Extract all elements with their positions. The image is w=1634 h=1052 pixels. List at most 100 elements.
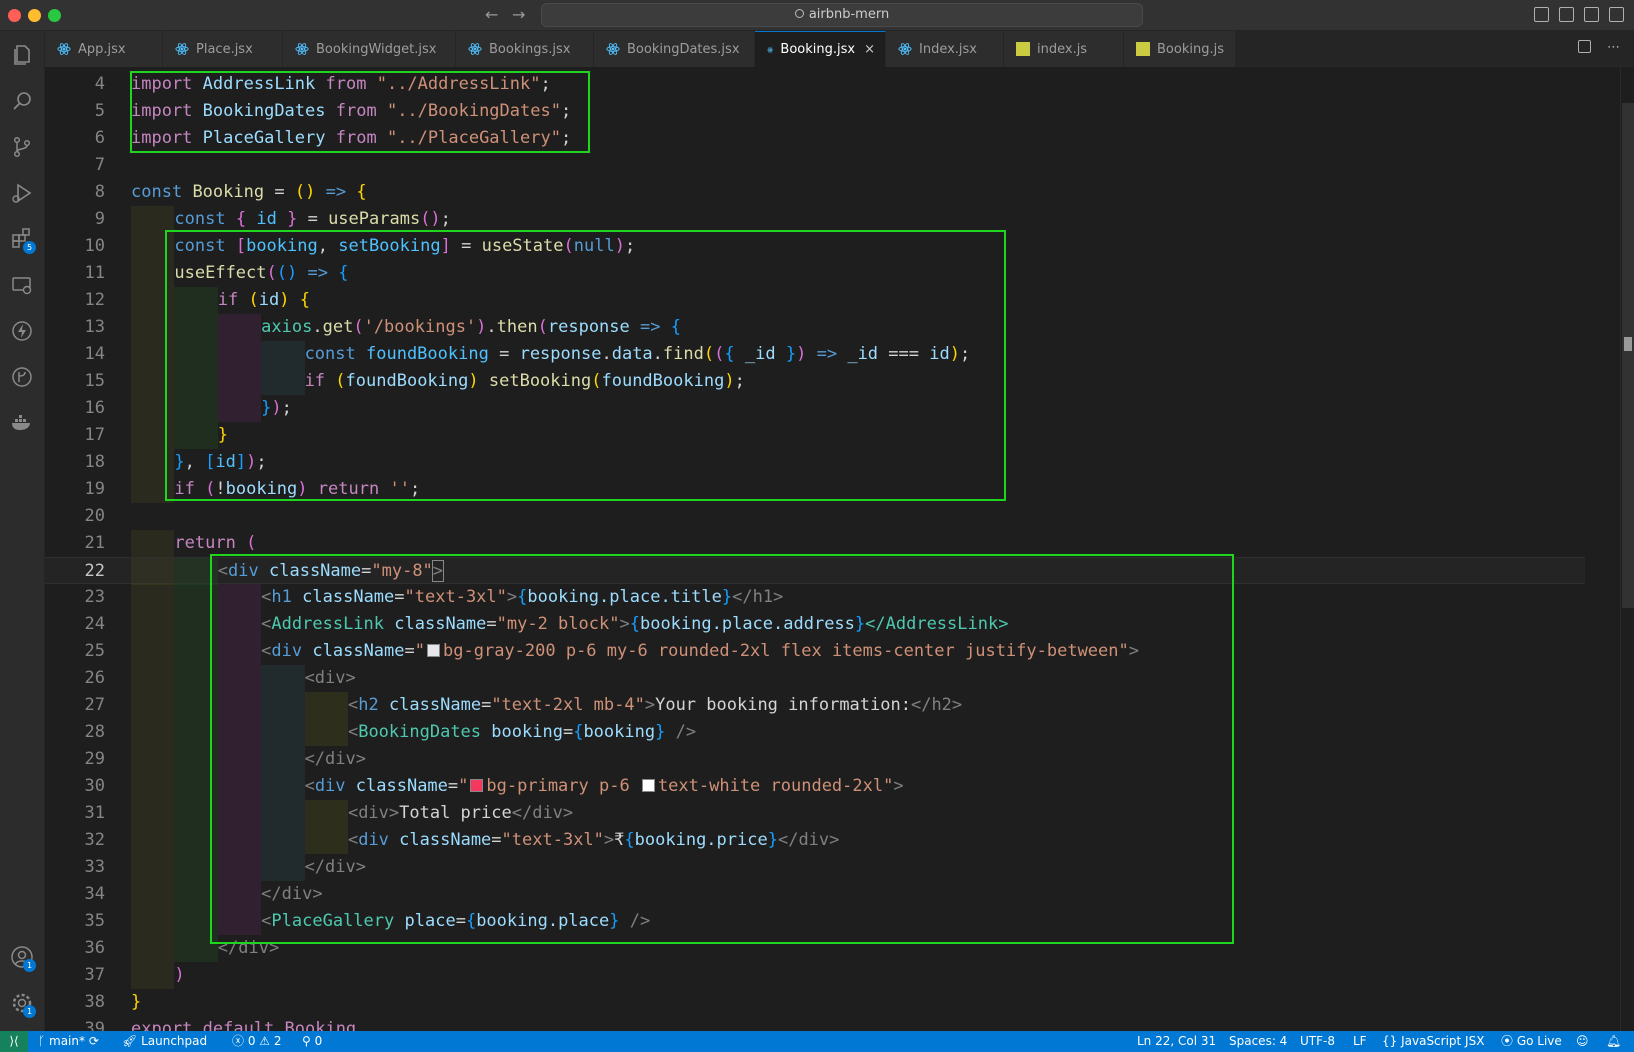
search-icon[interactable] <box>10 89 34 113</box>
line-number: 7 <box>94 155 105 175</box>
extensions-badge: 5 <box>23 241 36 254</box>
copilot-icon[interactable]: ☺ <box>1576 1031 1589 1052</box>
line-number: 23 <box>84 587 105 607</box>
encoding-indicator[interactable]: UTF-8 <box>1300 1031 1335 1052</box>
code-line: 35 <PlaceGallery place={booking.place} /> <box>45 908 1585 935</box>
remote-indicator-icon[interactable]: ⟩⟨ <box>0 1031 28 1052</box>
line-number: 29 <box>84 749 105 769</box>
warning-icon: ⚠ <box>259 1034 274 1048</box>
notifications-bell-icon[interactable]: 🔔︎ <box>1606 1031 1621 1052</box>
color-swatch-white[interactable] <box>641 779 655 792</box>
command-center-search[interactable]: airbnb-mern <box>541 3 1143 27</box>
more-actions-icon[interactable]: ⋯ <box>1607 40 1620 55</box>
editor-tabs: App.jsx Place.jsx BookingWidget.jsx Book… <box>45 31 1634 67</box>
code-line: 5 import BookingDates from "../BookingDat… <box>45 98 1585 125</box>
line-number: 17 <box>84 425 105 445</box>
broadcast-icon: ⦿ <box>1501 1034 1517 1048</box>
go-live-button[interactable]: ⦿ Go Live <box>1501 1031 1562 1052</box>
code-line: 25 <div className=" bg-gray-200 p-6 my-6 r… <box>45 638 1585 665</box>
branch-indicator[interactable]: ᚴ main* ⟳ <box>38 1031 99 1052</box>
line-number: 28 <box>84 722 105 742</box>
tab-bookingdates-jsx[interactable]: BookingDates.jsx <box>594 31 755 67</box>
code-line: 24 <AddressLink className="my-2 block">{b… <box>45 611 1585 638</box>
tab-actions: ⋯ <box>1578 40 1620 55</box>
close-tab-icon[interactable]: × <box>864 42 875 57</box>
layout-controls <box>1534 7 1624 22</box>
language-mode[interactable]: {} JavaScript JSX <box>1382 1031 1484 1052</box>
split-editor-icon[interactable] <box>1578 40 1591 53</box>
code-editor[interactable]: 4 import AddressLink from "../AddressLink… <box>45 67 1634 1031</box>
color-swatch-primary[interactable] <box>470 779 484 792</box>
ports-indicator[interactable]: ⚲ 0 <box>302 1031 322 1052</box>
code-line: 6 import PlaceGallery from "../PlaceGalle… <box>45 125 1585 152</box>
line-number: 12 <box>84 290 105 310</box>
remote-explorer-icon[interactable] <box>10 273 34 297</box>
code-line: 21 return ( <box>45 530 1585 557</box>
tab-label: Index.jsx <box>919 41 977 57</box>
docker-icon[interactable] <box>10 411 34 435</box>
scrollbar-thumb[interactable] <box>1622 103 1634 608</box>
tab-booking-js[interactable]: Booking.js <box>1124 31 1236 67</box>
accounts-badge: 1 <box>23 959 36 972</box>
run-debug-icon[interactable] <box>10 181 34 205</box>
code-line: 31 <div>Total price</div> <box>45 800 1585 827</box>
color-swatch-gray-200[interactable] <box>427 644 441 657</box>
code-line: 4 import AddressLink from "../AddressLink… <box>45 71 1585 98</box>
line-number: 13 <box>84 317 105 337</box>
react-file-icon <box>767 46 774 53</box>
minimize-window-button[interactable] <box>28 9 41 22</box>
forward-arrow-icon[interactable]: → <box>512 5 525 24</box>
back-arrow-icon[interactable]: ← <box>485 5 498 24</box>
line-number: 9 <box>94 209 105 229</box>
activity-bar: 5 1 1 <box>0 31 45 1031</box>
editor-scrollbar[interactable] <box>1620 67 1634 1031</box>
line-number: 38 <box>84 992 105 1012</box>
code-line: 16}); <box>45 395 1585 422</box>
toggle-panel-icon[interactable] <box>1559 7 1574 22</box>
tab-label: Place.jsx <box>196 41 253 57</box>
source-control-icon[interactable] <box>10 135 34 159</box>
tab-app-jsx[interactable]: App.jsx <box>45 31 163 67</box>
rocket-icon: 🚀︎ <box>122 1034 142 1048</box>
line-number: 31 <box>84 803 105 823</box>
js-file-icon <box>1016 42 1030 56</box>
problems-indicator[interactable]: ⓧ 0 ⚠ 2 <box>232 1031 282 1052</box>
code-line: 18}, [id]); <box>45 449 1585 476</box>
line-number: 14 <box>84 344 105 364</box>
code-line: 10 const [booking, setBooking] = useState… <box>45 233 1585 260</box>
thunder-client-icon[interactable] <box>10 319 34 343</box>
manage-gear-icon[interactable]: 1 <box>10 991 36 1018</box>
react-file-icon <box>606 43 620 55</box>
explorer-icon[interactable] <box>10 43 34 67</box>
indentation-indicator[interactable]: Spaces: 4 <box>1229 1031 1287 1052</box>
code-line: 33 </div> <box>45 854 1585 881</box>
tab-index-js[interactable]: index.js <box>1004 31 1124 67</box>
branch-icon: ᚴ <box>38 1034 50 1048</box>
cursor-position[interactable]: Ln 22, Col 31 <box>1137 1031 1216 1052</box>
tab-booking-jsx[interactable]: Booking.jsx × <box>755 31 886 67</box>
extensions-icon[interactable]: 5 <box>10 227 36 254</box>
code-line: 39 export default Booking <box>45 1016 1585 1031</box>
tab-label: BookingWidget.jsx <box>316 41 437 57</box>
line-number: 35 <box>84 911 105 931</box>
launchpad-button[interactable]: 🚀︎ Launchpad <box>122 1031 207 1052</box>
customize-layout-icon[interactable] <box>1609 7 1624 22</box>
accounts-icon[interactable]: 1 <box>10 945 36 972</box>
tab-place-jsx[interactable]: Place.jsx <box>163 31 283 67</box>
tab-index-jsx[interactable]: Index.jsx <box>886 31 1004 67</box>
eol-indicator[interactable]: LF <box>1353 1031 1367 1052</box>
toggle-secondary-sidebar-icon[interactable] <box>1584 7 1599 22</box>
manage-badge: 1 <box>23 1005 36 1018</box>
git-graph-icon[interactable] <box>10 365 34 389</box>
maximize-window-button[interactable] <box>48 9 61 22</box>
line-number: 8 <box>94 182 105 202</box>
code-line: 38} <box>45 989 1585 1016</box>
tab-bookingwidget-jsx[interactable]: BookingWidget.jsx <box>283 31 456 67</box>
line-number: 36 <box>84 938 105 958</box>
tab-bookings-jsx[interactable]: Bookings.jsx <box>456 31 594 67</box>
code-line: 28 <BookingDates booking={booking} /> <box>45 719 1585 746</box>
code-line: 8 const Booking = () => { <box>45 179 1585 206</box>
close-window-button[interactable] <box>8 9 21 22</box>
toggle-primary-sidebar-icon[interactable] <box>1534 7 1549 22</box>
code-line-current: 22 <div className="my-8"> <box>45 557 1585 585</box>
